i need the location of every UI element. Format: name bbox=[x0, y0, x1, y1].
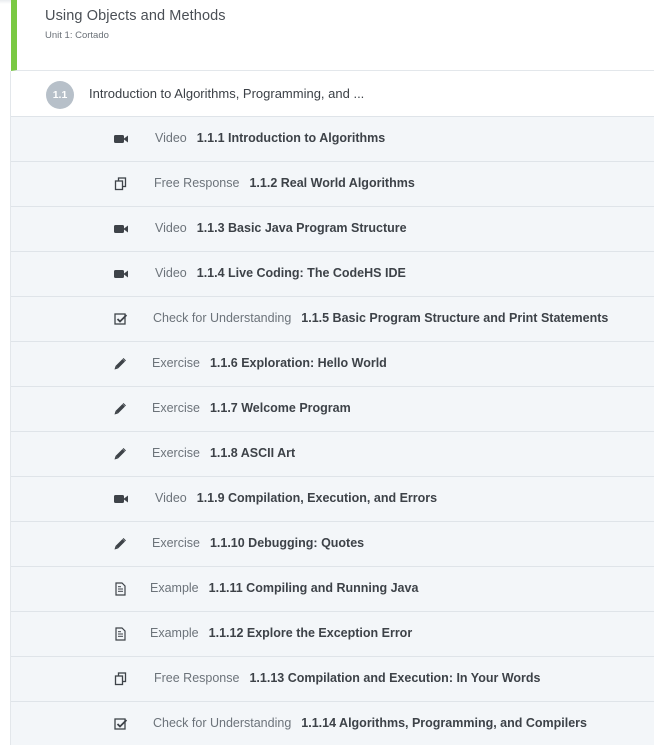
lesson-title: Introduction to Algorithms, Programming,… bbox=[89, 86, 365, 101]
item-type: Free Response bbox=[154, 176, 240, 190]
check-square-icon bbox=[113, 312, 129, 326]
list-item[interactable]: Example 1.1.11 Compiling and Running Java bbox=[11, 567, 654, 612]
item-title: 1.1.5 Basic Program Structure and Print … bbox=[301, 311, 609, 325]
pencil-icon bbox=[113, 447, 129, 461]
list-item[interactable]: Video 1.1.3 Basic Java Program Structure bbox=[11, 207, 654, 252]
item-title: 1.1.3 Basic Java Program Structure bbox=[196, 221, 407, 235]
list-item[interactable]: Exercise 1.1.7 Welcome Program bbox=[11, 387, 654, 432]
list-item[interactable]: Exercise 1.1.10 Debugging: Quotes bbox=[11, 522, 654, 567]
item-type: Check for Understanding bbox=[153, 311, 292, 325]
item-type: Example bbox=[150, 581, 199, 595]
list-item[interactable]: Check for Understanding 1.1.5 Basic Progr… bbox=[11, 297, 654, 342]
list-item[interactable]: Exercise 1.1.8 ASCII Art bbox=[11, 432, 654, 477]
list-item[interactable]: Example 1.1.12 Explore the Exception Erro… bbox=[11, 612, 654, 657]
item-title: 1.1.13 Compilation and Execution: In You… bbox=[249, 671, 541, 685]
list-item[interactable]: Exercise 1.1.6 Exploration: Hello World bbox=[11, 342, 654, 387]
video-camera-icon bbox=[113, 492, 129, 506]
item-title: 1.1.7 Welcome Program bbox=[209, 401, 351, 415]
item-title: 1.1.14 Algorithms, Programming, and Comp… bbox=[301, 716, 587, 730]
item-type: Exercise bbox=[152, 356, 200, 370]
unit-subtitle: Unit 1: Cortado bbox=[45, 30, 109, 41]
copy-icon bbox=[113, 177, 129, 191]
item-type: Exercise bbox=[152, 536, 200, 550]
pencil-icon bbox=[113, 402, 129, 416]
item-type: Free Response bbox=[154, 671, 240, 685]
document-icon bbox=[113, 582, 129, 596]
pencil-icon bbox=[113, 537, 129, 551]
list-item[interactable]: Free Response 1.1.2 Real World Algorithms bbox=[11, 162, 654, 207]
lesson-number-badge: 1.1 bbox=[46, 81, 74, 109]
item-title: 1.1.9 Compilation, Execution, and Errors bbox=[196, 491, 438, 505]
item-type: Video bbox=[155, 221, 187, 235]
item-type: Video bbox=[155, 131, 187, 145]
video-camera-icon bbox=[113, 267, 129, 281]
item-type: Exercise bbox=[152, 446, 200, 460]
item-type: Check for Understanding bbox=[153, 716, 292, 730]
lesson-item-list: Video 1.1.1 Introduction to Algorithms Fr… bbox=[11, 117, 654, 745]
item-type: Example bbox=[150, 626, 199, 640]
list-item[interactable]: Video 1.1.1 Introduction to Algorithms bbox=[11, 117, 654, 162]
item-title: 1.1.6 Exploration: Hello World bbox=[209, 356, 387, 370]
pencil-icon bbox=[113, 357, 129, 371]
list-item[interactable]: Check for Understanding 1.1.14 Algorithms… bbox=[11, 702, 654, 745]
item-title: 1.1.8 ASCII Art bbox=[209, 446, 296, 460]
list-item[interactable]: Video 1.1.4 Live Coding: The CodeHS IDE bbox=[11, 252, 654, 297]
unit-header[interactable]: Using Objects and Methods Unit 1: Cortad… bbox=[11, 0, 654, 71]
item-title: 1.1.1 Introduction to Algorithms bbox=[196, 131, 386, 145]
unit-title: Using Objects and Methods bbox=[45, 8, 226, 24]
item-type: Video bbox=[155, 491, 187, 505]
video-camera-icon bbox=[113, 222, 129, 236]
check-square-icon bbox=[113, 717, 129, 731]
item-title: 1.1.2 Real World Algorithms bbox=[249, 176, 415, 190]
copy-icon bbox=[113, 672, 129, 686]
item-title: 1.1.12 Explore the Exception Error bbox=[208, 626, 413, 640]
lesson-header[interactable]: 1.1 Introduction to Algorithms, Programm… bbox=[11, 72, 654, 117]
item-title: 1.1.4 Live Coding: The CodeHS IDE bbox=[196, 266, 406, 280]
item-type: Exercise bbox=[152, 401, 200, 415]
item-title: 1.1.11 Compiling and Running Java bbox=[208, 581, 419, 595]
document-icon bbox=[113, 627, 129, 641]
list-item[interactable]: Free Response 1.1.13 Compilation and Exec… bbox=[11, 657, 654, 702]
video-camera-icon bbox=[113, 132, 129, 146]
list-item[interactable]: Video 1.1.9 Compilation, Execution, and E… bbox=[11, 477, 654, 522]
item-type: Video bbox=[155, 266, 187, 280]
item-title: 1.1.10 Debugging: Quotes bbox=[209, 536, 365, 550]
